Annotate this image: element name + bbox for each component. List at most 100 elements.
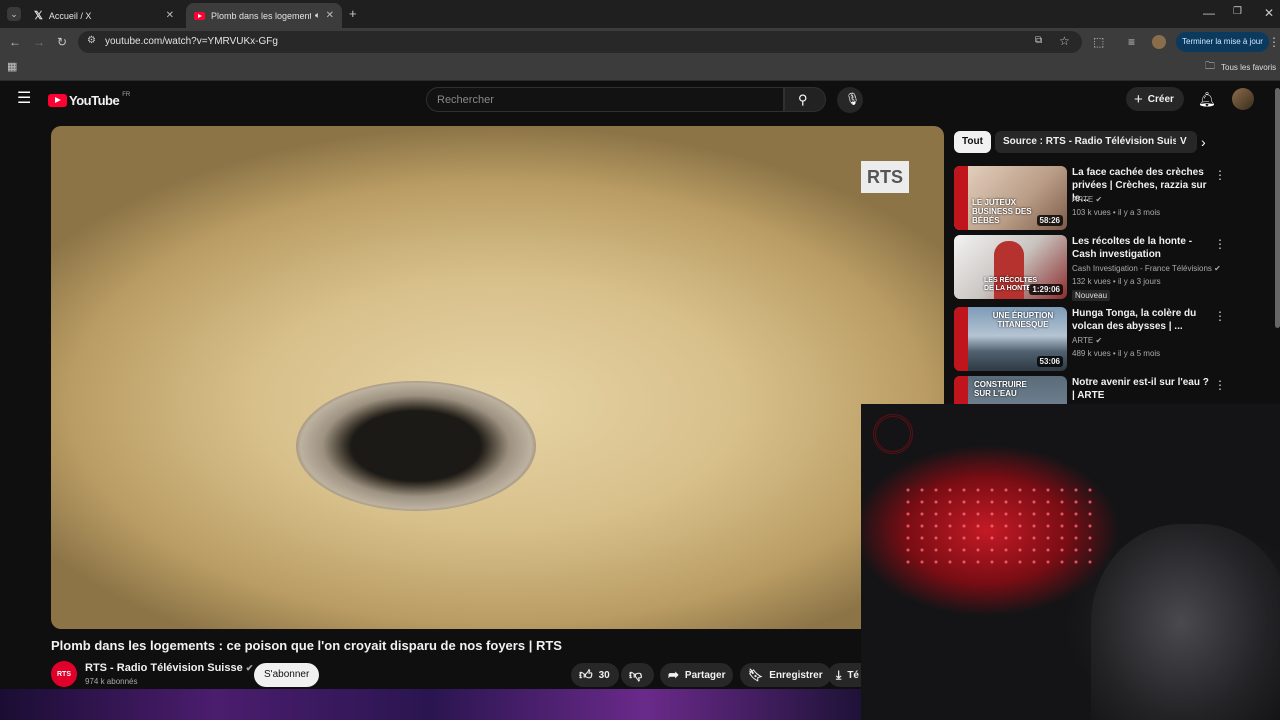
spiral-decoration	[873, 414, 913, 454]
avatar[interactable]	[1232, 88, 1254, 110]
browser-tab-bar: ⌄ 𝕏 Accueil / X ✕ Plomb dans les logemen…	[0, 0, 1280, 28]
person-silhouette	[1091, 524, 1280, 720]
subscribe-button[interactable]: S'abonner	[254, 663, 320, 687]
save-button[interactable]: 🔖︎ Enregistrer	[740, 663, 831, 687]
share-label: Partager	[684, 669, 726, 681]
create-button[interactable]: + Créer	[1126, 87, 1184, 111]
more-options-icon[interactable]: ⋮	[1214, 309, 1226, 323]
tab-accueil-x[interactable]: 𝕏 Accueil / X ✕	[26, 3, 182, 28]
download-label: Té	[847, 669, 859, 681]
close-icon[interactable]: ✕	[166, 10, 174, 21]
recommendation-item[interactable]: UNE ÉRUPTION TITANESQUE 53:06 Hunga Tong…	[954, 307, 1274, 371]
fairy-lights	[901, 484, 1101, 564]
x-logo-icon: 𝕏	[34, 10, 43, 22]
search-input[interactable]: Rechercher	[426, 87, 784, 112]
maximize-icon[interactable]: ❐	[1233, 7, 1242, 17]
thumbnail-caption: UNE ÉRUPTION TITANESQUE	[992, 311, 1054, 329]
arte-side-band	[954, 166, 968, 230]
reload-icon[interactable]: ↻	[57, 36, 67, 48]
share-button[interactable]: ➦ Partager	[660, 663, 734, 687]
chip-partial[interactable]: V	[1176, 131, 1192, 153]
thumbnail-caption: LE JUTEUX BUSINESS DES BÉBÉS	[972, 198, 1032, 225]
reading-list-icon[interactable]: ≡	[1128, 36, 1135, 48]
close-icon[interactable]: ✕	[326, 10, 334, 21]
recommendation-title[interactable]: Les récoltes de la honte - Cash investig…	[1072, 235, 1212, 261]
page-scrollbar[interactable]	[1275, 88, 1280, 328]
recommendation-item[interactable]: LES RÉCOLTES DE LA HONTE 1:29:06 Les réc…	[954, 235, 1274, 301]
all-bookmarks-link[interactable]: Tous les favoris	[1221, 63, 1276, 72]
voice-search-button[interactable]: 🎙︎	[837, 87, 863, 113]
chip-source-rts[interactable]: Source : RTS - Radio Télévision Suisse	[995, 131, 1198, 153]
youtube-favicon-icon	[194, 11, 205, 20]
bookmark-icon: 🔖︎	[748, 668, 764, 682]
install-app-icon[interactable]: ⧉	[1035, 36, 1042, 46]
more-options-icon[interactable]: ⋮	[1214, 378, 1226, 392]
recommendation-meta: 103 k vues • il y a 3 mois	[1072, 208, 1161, 217]
microphone-icon: 🎙︎	[845, 92, 861, 106]
channel-avatar[interactable]: RTS	[51, 661, 77, 687]
subscriber-count: 974 k abonnés	[85, 677, 138, 686]
window-close-icon[interactable]: ✕	[1264, 7, 1274, 19]
more-options-icon[interactable]: ⋮	[1214, 168, 1226, 182]
download-button[interactable]: ⤓ Té	[828, 663, 861, 687]
below-content-thumbnail-strip	[0, 689, 861, 720]
channel-name[interactable]: RTS - Radio Télévision Suisse ✔	[85, 662, 253, 674]
forward-icon[interactable]: →	[33, 36, 45, 48]
address-bar[interactable]: ⚙ youtube.com/watch?v=YMRVUKx-GFg ⧉ ☆	[78, 31, 1082, 53]
chevron-right-icon[interactable]: ›	[1201, 135, 1206, 149]
youtube-header: ☰ YouTube FR Rechercher ⚲ 🎙︎ + Créer 🔔︎	[0, 81, 1280, 121]
hamburger-menu-icon[interactable]: ☰	[17, 91, 31, 107]
channel-name-text: RTS - Radio Télévision Suisse	[85, 662, 243, 674]
recommendation-meta: 132 k vues • il y a 3 jours	[1072, 277, 1161, 286]
thumbnail-caption: CONSTRUIRE SUR L'EAU	[974, 380, 1027, 398]
video-thumbnail[interactable]: LE JUTEUX BUSINESS DES BÉBÉS 58:26	[954, 166, 1067, 230]
download-icon: ⤓	[836, 667, 842, 682]
youtube-play-icon	[48, 94, 67, 107]
drain-image	[296, 381, 536, 511]
bookmarks-bar: ▦ 🗀︎ Tous les favoris	[0, 56, 1280, 81]
thumbs-up-icon: 👍︎	[579, 667, 593, 682]
site-settings-icon[interactable]: ⚙	[87, 36, 96, 46]
apps-grid-icon[interactable]: ▦	[7, 62, 17, 73]
more-options-icon[interactable]: ⋮	[1214, 237, 1226, 251]
duration-badge: 53:06	[1036, 356, 1063, 367]
url-text: youtube.com/watch?v=YMRVUKx-GFg	[105, 36, 278, 47]
recommendation-item[interactable]: LE JUTEUX BUSINESS DES BÉBÉS 58:26 La fa…	[954, 166, 1274, 230]
youtube-logo[interactable]: YouTube FR	[48, 91, 131, 108]
tab-search-icon[interactable]: ⌄	[7, 7, 21, 21]
video-thumbnail[interactable]: UNE ÉRUPTION TITANESQUE 53:06	[954, 307, 1067, 371]
recommendation-channel: ARTE ✔	[1072, 195, 1102, 204]
menu-kebab-icon[interactable]: ⋮	[1268, 36, 1280, 48]
new-tab-icon[interactable]: +	[349, 7, 357, 20]
video-thumbnail[interactable]: LES RÉCOLTES DE LA HONTE 1:29:06	[954, 235, 1067, 299]
chip-all[interactable]: Tout	[954, 131, 991, 153]
back-icon[interactable]: ←	[9, 36, 21, 48]
update-button[interactable]: Terminer la mise à jour	[1176, 32, 1269, 52]
bookmark-star-icon[interactable]: ☆	[1059, 35, 1070, 47]
search-button[interactable]: ⚲	[784, 87, 826, 112]
save-label: Enregistrer	[769, 669, 823, 681]
verified-icon: ✔	[1095, 195, 1103, 204]
video-player[interactable]: RTS	[51, 126, 944, 629]
recommendation-title[interactable]: Notre avenir est-il sur l'eau ? | ARTE	[1072, 376, 1212, 402]
recommendation-channel: ARTE ✔	[1072, 336, 1102, 345]
duration-badge: 1:29:06	[1029, 284, 1063, 295]
plus-icon: +	[1134, 90, 1143, 108]
speaker-icon[interactable]: 🔈︎	[315, 10, 320, 21]
extensions-icon[interactable]: ⬚	[1093, 36, 1104, 48]
new-badge: Nouveau	[1072, 290, 1111, 301]
notifications-bell-icon[interactable]: 🔔︎	[1198, 92, 1216, 106]
channel-text: ARTE	[1072, 195, 1094, 204]
like-button[interactable]: 👍︎ 30	[571, 663, 619, 687]
dislike-button[interactable]: 👎︎	[621, 663, 654, 687]
share-icon: ➦	[668, 667, 679, 682]
tab-youtube-video[interactable]: Plomb dans les logements 🔈︎ ✕	[186, 3, 342, 28]
channel-text: ARTE	[1072, 336, 1094, 345]
minimize-icon[interactable]: —	[1203, 7, 1215, 19]
search-placeholder: Rechercher	[437, 94, 494, 106]
browser-toolbar: ← → ↻ ⚙ youtube.com/watch?v=YMRVUKx-GFg …	[0, 28, 1280, 56]
profile-icon[interactable]	[1152, 35, 1166, 49]
recommendation-title[interactable]: Hunga Tonga, la colère du volcan des aby…	[1072, 307, 1212, 333]
video-title: Plomb dans les logements : ce poison que…	[51, 638, 562, 653]
region-code: FR	[122, 91, 131, 98]
